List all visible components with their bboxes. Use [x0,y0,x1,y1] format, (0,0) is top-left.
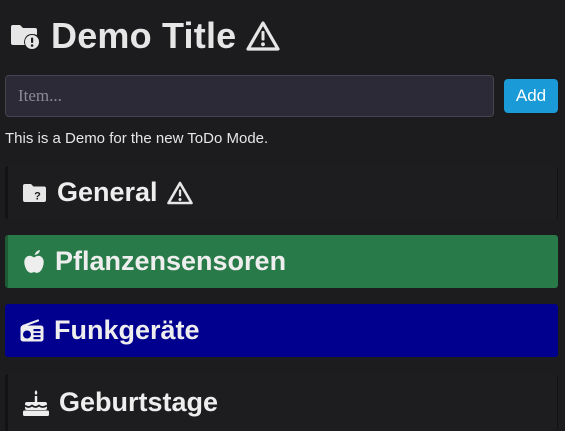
description-text: This is a Demo for the new ToDo Mode. [5,130,269,147]
warning-triangle-icon [246,20,280,52]
add-item-row: Add [5,75,560,117]
add-button[interactable]: Add [504,79,558,113]
apple-icon [22,249,46,275]
item-input[interactable] [5,75,494,117]
section-label-general: General [57,177,158,207]
page-header: Demo Title [9,12,280,60]
section-label-pflanzensensoren: Pflanzensensoren [55,246,287,276]
section-geburtstage[interactable]: Geburtstage [5,374,558,431]
warning-triangle-icon [166,181,193,205]
section-label-funkgeraete: Funkgeräte [54,315,200,345]
section-label-geburtstage: Geburtstage [59,387,219,417]
section-pflanzensensoren[interactable]: Pflanzensensoren [5,235,558,288]
birthday-cake-icon [22,389,50,417]
section-funkgeraete[interactable]: Funkgeräte [5,304,558,357]
folder-alert-icon [9,22,41,50]
radio-icon [19,318,45,343]
section-general[interactable]: ? General [5,166,558,219]
page-title: Demo Title [51,15,237,56]
folder-question-icon: ? [22,182,48,204]
svg-text:?: ? [34,190,41,202]
